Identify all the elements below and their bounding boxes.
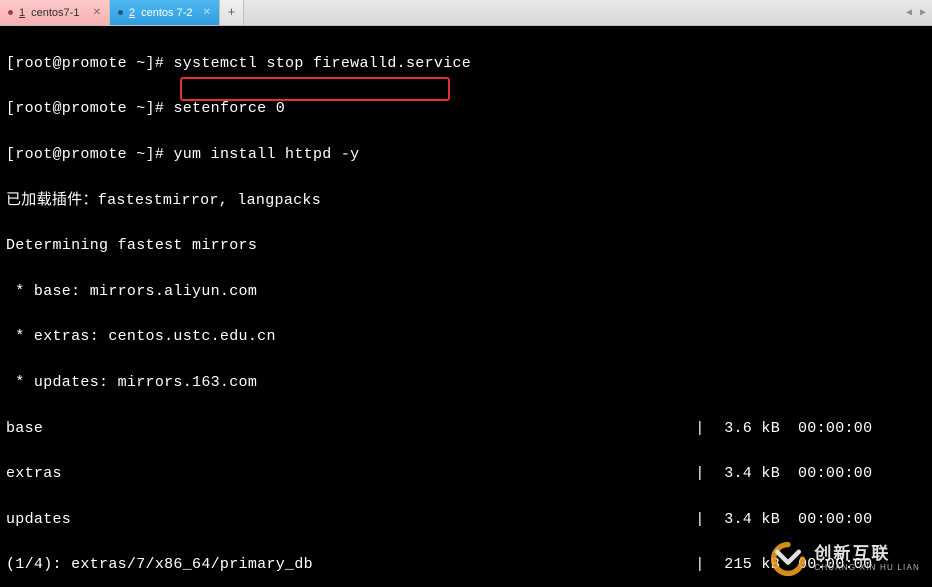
terminal-line: Determining fastest mirrors bbox=[6, 235, 926, 258]
close-icon[interactable]: ✕ bbox=[93, 7, 101, 18]
add-tab-button[interactable]: + bbox=[220, 0, 244, 25]
tab-label: centos7-1 bbox=[31, 7, 79, 19]
terminal-line: [root@promote ~]# setenforce 0 bbox=[6, 98, 926, 121]
terminal-line: * base: mirrors.aliyun.com bbox=[6, 281, 926, 304]
status-dot-icon bbox=[8, 10, 13, 15]
terminal-line: * extras: centos.ustc.edu.cn bbox=[6, 326, 926, 349]
tab-bar: 1 centos7-1 ✕ 2 centos 7-2 ✕ + ◀ ▶ bbox=[0, 0, 932, 26]
repo-row: updates|3.4 kB00:00:00 bbox=[6, 509, 926, 532]
tab-centos7-1[interactable]: 1 centos7-1 ✕ bbox=[0, 0, 110, 25]
watermark-text-cn: 创新互联 bbox=[814, 545, 920, 564]
watermark-text-en: CHUANG XIN HU LIAN bbox=[814, 564, 920, 573]
terminal-line: [root@promote ~]# yum install httpd -y bbox=[6, 144, 926, 167]
status-dot-icon bbox=[118, 10, 123, 15]
repo-row: extras|3.4 kB00:00:00 bbox=[6, 463, 926, 486]
tab-nav: ◀ ▶ bbox=[900, 0, 932, 25]
terminal-line: [root@promote ~]# systemctl stop firewal… bbox=[6, 53, 926, 76]
tab-nav-right-icon[interactable]: ▶ bbox=[918, 7, 928, 19]
close-icon[interactable]: ✕ bbox=[203, 7, 211, 18]
terminal-line: 已加载插件：fastestmirror, langpacks bbox=[6, 190, 926, 213]
terminal-output[interactable]: [root@promote ~]# systemctl stop firewal… bbox=[0, 26, 932, 587]
terminal-line: * updates: mirrors.163.com bbox=[6, 372, 926, 395]
watermark: 创新互联 CHUANG XIN HU LIAN bbox=[770, 541, 920, 577]
watermark-logo-icon bbox=[770, 541, 806, 577]
tab-label: centos 7-2 bbox=[141, 7, 192, 19]
command-highlight-box bbox=[180, 77, 450, 101]
tab-centos7-2[interactable]: 2 centos 7-2 ✕ bbox=[110, 0, 220, 25]
tab-index: 1 bbox=[19, 7, 25, 19]
repo-row: base|3.6 kB00:00:00 bbox=[6, 418, 926, 441]
tab-index: 2 bbox=[129, 7, 135, 19]
tab-nav-left-icon[interactable]: ◀ bbox=[904, 7, 914, 19]
